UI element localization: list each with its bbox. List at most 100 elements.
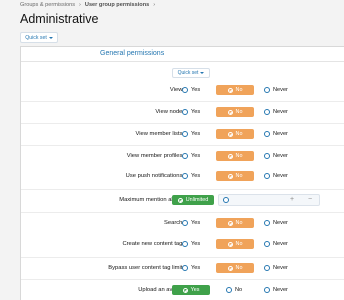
permission-row-view-node: View node: Yes No Never bbox=[21, 101, 344, 123]
option-never[interactable]: Never bbox=[264, 241, 288, 247]
radio-icon bbox=[264, 87, 270, 93]
option-yes[interactable]: Yes bbox=[182, 87, 200, 93]
option-no[interactable]: No bbox=[226, 287, 242, 293]
check-circle-icon bbox=[227, 109, 233, 115]
option-never[interactable]: Never bbox=[264, 287, 288, 293]
option-yes-label: Yes bbox=[191, 131, 201, 137]
check-circle-icon bbox=[177, 197, 183, 203]
option-never-label: Never bbox=[273, 131, 288, 137]
radio-icon bbox=[182, 87, 188, 93]
section-title[interactable]: General permissions bbox=[100, 50, 164, 57]
option-no-selected[interactable]: No bbox=[216, 107, 254, 117]
option-yes-label: Yes bbox=[191, 265, 201, 271]
quick-set-label: Quick set bbox=[25, 34, 47, 41]
option-never[interactable]: Never bbox=[264, 153, 288, 159]
option-yes-label: Yes bbox=[191, 173, 201, 179]
option-no-selected[interactable]: No bbox=[216, 239, 254, 249]
option-unlimited-label: Unlimited bbox=[185, 197, 209, 203]
breadcrumb-user-group-permissions[interactable]: User group permissions bbox=[85, 2, 149, 8]
permission-row-maximum-mention-alerts: Maximum mention alerts: Unlimited + − bbox=[21, 189, 344, 211]
option-no-label: No bbox=[235, 287, 243, 293]
panel-header: General permissions bbox=[21, 47, 344, 62]
page-title: Administrative bbox=[20, 12, 99, 26]
permissions-panel: General permissions Quick set View: Yes … bbox=[20, 46, 344, 300]
option-yes[interactable]: Yes bbox=[182, 109, 200, 115]
mention-limit-input[interactable]: + − bbox=[218, 194, 320, 206]
option-never-label: Never bbox=[273, 153, 288, 159]
option-yes[interactable]: Yes bbox=[182, 265, 200, 271]
breadcrumb-separator-icon: › bbox=[153, 2, 156, 8]
check-circle-icon bbox=[227, 241, 233, 247]
minus-icon[interactable]: − bbox=[308, 196, 312, 203]
permission-label: View member profiles: bbox=[126, 153, 184, 159]
check-circle-icon bbox=[227, 173, 233, 179]
radio-icon bbox=[182, 241, 188, 247]
option-no-selected[interactable]: No bbox=[216, 129, 254, 139]
option-no-selected[interactable]: No bbox=[216, 171, 254, 181]
option-no-label: No bbox=[235, 220, 243, 226]
option-never[interactable]: Never bbox=[264, 173, 288, 179]
option-yes-label: Yes bbox=[191, 220, 201, 226]
radio-icon[interactable] bbox=[223, 197, 229, 203]
option-never[interactable]: Never bbox=[264, 109, 288, 115]
option-yes-label: Yes bbox=[190, 287, 200, 293]
permission-row-use-push-notifications: Use push notifications: Yes No Never bbox=[21, 166, 344, 188]
check-circle-icon bbox=[227, 153, 233, 159]
option-yes-label: Yes bbox=[191, 109, 201, 115]
permission-row-bypass-user-content-tag-limit: Bypass user content tag limit: Yes No Ne… bbox=[21, 257, 344, 279]
radio-icon bbox=[264, 173, 270, 179]
permission-row-search: Search: Yes No Never bbox=[21, 212, 344, 234]
radio-icon bbox=[182, 265, 188, 271]
option-never-label: Never bbox=[273, 287, 288, 293]
permission-row-view-member-lists: View member lists: Yes No Never bbox=[21, 123, 344, 145]
option-yes-selected[interactable]: Yes bbox=[172, 285, 210, 295]
permission-row-view: View: Yes No Never bbox=[21, 80, 344, 102]
option-yes-label: Yes bbox=[191, 153, 201, 159]
radio-icon bbox=[264, 287, 270, 293]
option-no-label: No bbox=[235, 241, 243, 247]
permission-label: Search: bbox=[164, 220, 184, 226]
option-never[interactable]: Never bbox=[264, 131, 288, 137]
option-yes[interactable]: Yes bbox=[182, 173, 200, 179]
breadcrumb-groups-permissions[interactable]: Groups & permissions bbox=[20, 2, 75, 8]
option-no-label: No bbox=[235, 173, 243, 179]
plus-icon[interactable]: + bbox=[290, 196, 294, 203]
caret-down-icon bbox=[48, 36, 53, 39]
quick-set-button[interactable]: Quick set bbox=[172, 68, 210, 78]
radio-icon bbox=[182, 153, 188, 159]
option-no-label: No bbox=[235, 109, 243, 115]
option-never[interactable]: Never bbox=[264, 220, 288, 226]
option-never-label: Never bbox=[273, 109, 288, 115]
check-circle-icon bbox=[227, 265, 233, 271]
radio-icon bbox=[264, 153, 270, 159]
option-yes[interactable]: Yes bbox=[182, 153, 200, 159]
option-no-selected[interactable]: No bbox=[216, 263, 254, 273]
option-never[interactable]: Never bbox=[264, 87, 288, 93]
option-no-selected[interactable]: No bbox=[216, 218, 254, 228]
option-never-label: Never bbox=[273, 87, 288, 93]
quick-set-label: Quick set bbox=[177, 70, 199, 76]
permission-row-create-new-content-tag: Create new content tag: Yes No Never bbox=[21, 234, 344, 256]
option-never[interactable]: Never bbox=[264, 265, 288, 271]
option-yes[interactable]: Yes bbox=[182, 241, 200, 247]
radio-icon bbox=[264, 241, 270, 247]
radio-icon bbox=[182, 220, 188, 226]
option-yes[interactable]: Yes bbox=[182, 131, 200, 137]
option-no-selected[interactable]: No bbox=[216, 151, 254, 161]
option-never-label: Never bbox=[273, 220, 288, 226]
option-yes-label: Yes bbox=[191, 241, 201, 247]
radio-icon bbox=[264, 131, 270, 137]
radio-icon bbox=[226, 287, 232, 293]
permission-label: View member lists: bbox=[135, 131, 184, 137]
option-unlimited-selected[interactable]: Unlimited bbox=[172, 195, 214, 205]
caret-down-icon bbox=[200, 72, 205, 74]
breadcrumb: Groups & permissions › User group permissi… bbox=[20, 2, 159, 8]
radio-icon bbox=[182, 131, 188, 137]
radio-icon bbox=[182, 109, 188, 115]
check-circle-icon bbox=[227, 220, 233, 226]
permission-row-upload-an-avatar: Upload an avatar: Yes No Never bbox=[21, 279, 344, 300]
option-yes[interactable]: Yes bbox=[182, 220, 200, 226]
option-no-selected[interactable]: No bbox=[216, 85, 254, 95]
quick-set-button-top[interactable]: Quick set bbox=[20, 32, 58, 43]
permission-label: View node: bbox=[155, 109, 184, 115]
